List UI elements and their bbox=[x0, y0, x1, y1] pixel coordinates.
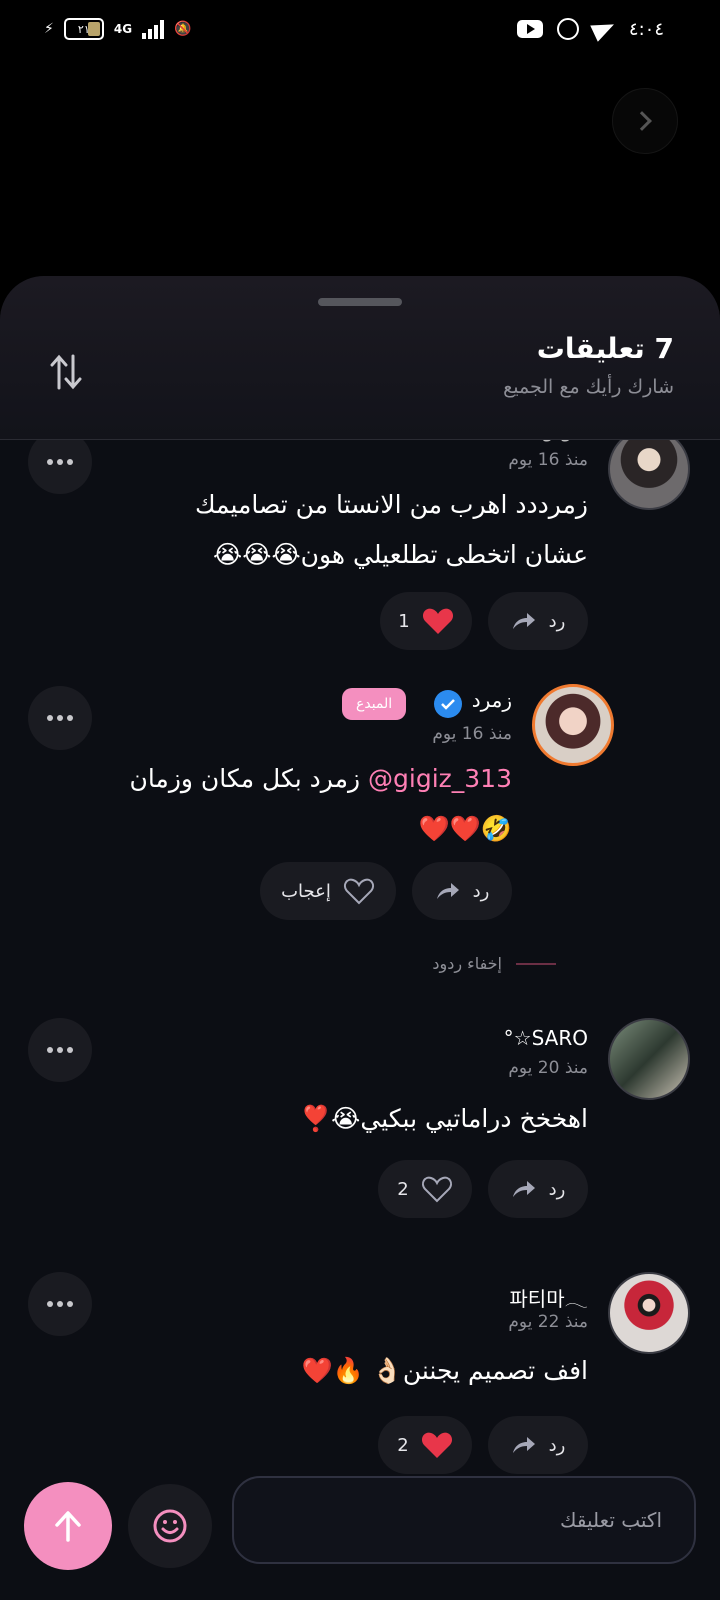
charging-icon: ⚡ bbox=[44, 21, 54, 37]
heart-filled-icon bbox=[422, 607, 454, 635]
reply-button[interactable]: رد bbox=[412, 862, 512, 920]
comment-text-line: عشان اتخطى تطلعيلي هون😭😭😭 bbox=[213, 540, 588, 569]
status-bar: ⚡ ٢١ 4G 🔕 ٤:٠٤ bbox=[0, 0, 720, 64]
reply-button[interactable]: رد bbox=[488, 592, 588, 650]
reply-label: رد bbox=[548, 610, 566, 632]
signal-icon bbox=[142, 19, 165, 39]
more-options-button[interactable] bbox=[28, 1272, 92, 1336]
like-count: 2 bbox=[397, 1178, 409, 1200]
hide-replies-label: إخفاء ردود bbox=[432, 954, 502, 973]
more-options-button[interactable] bbox=[28, 440, 92, 494]
comment-username[interactable]: 파티마𓂃 bbox=[509, 1280, 588, 1313]
like-button[interactable]: 2 bbox=[378, 1416, 472, 1474]
share-arrow-icon bbox=[511, 1179, 537, 1199]
reply-label: رد bbox=[548, 1178, 566, 1200]
heart-outline-icon bbox=[421, 1175, 453, 1203]
arrow-up-icon bbox=[55, 1511, 81, 1542]
drag-handle[interactable] bbox=[318, 298, 402, 306]
clock: ٤:٠٤ bbox=[628, 18, 664, 40]
more-options-button[interactable] bbox=[28, 686, 92, 750]
comments-sheet: 7 تعليقات شارك رأيك مع الجميع gigiz منذ … bbox=[0, 276, 720, 1600]
creator-badge: المبدع bbox=[342, 688, 407, 720]
chevron-right-icon bbox=[632, 111, 652, 131]
bell-off-icon: 🔕 bbox=[174, 21, 192, 37]
comment-time: منذ 16 يوم bbox=[432, 724, 512, 744]
comments-subtitle: شارك رأيك مع الجميع bbox=[503, 376, 674, 398]
reply-label: رد bbox=[548, 1434, 566, 1456]
comment-input-box[interactable] bbox=[232, 1476, 696, 1564]
battery-icon: ٢١ bbox=[63, 18, 104, 40]
avatar[interactable] bbox=[532, 684, 614, 766]
network-type: 4G bbox=[113, 22, 133, 36]
share-arrow-icon bbox=[435, 881, 461, 901]
verified-icon bbox=[434, 690, 462, 718]
like-count: 1 bbox=[398, 610, 410, 632]
comment-time: منذ 22 يوم bbox=[508, 1312, 588, 1332]
comment-username[interactable]: gigiz bbox=[541, 440, 588, 442]
like-button[interactable]: 2 bbox=[378, 1160, 472, 1218]
user-mention[interactable]: gigiz_313@ bbox=[368, 764, 512, 793]
avatar[interactable] bbox=[608, 1272, 690, 1354]
status-right: ٤:٠٤ bbox=[516, 16, 664, 42]
comment-username[interactable]: زمرد bbox=[472, 688, 512, 712]
like-button[interactable]: إعجاب bbox=[260, 862, 396, 920]
like-button[interactable]: 1 bbox=[380, 592, 472, 650]
telegram-icon bbox=[590, 16, 618, 42]
whatsapp-icon bbox=[556, 18, 579, 40]
heart-outline-icon bbox=[343, 877, 375, 905]
share-arrow-icon bbox=[511, 1435, 537, 1455]
comment-text-line: اهخخخ دراماتيي ببكيي😭❣️ bbox=[300, 1104, 588, 1133]
like-count: 2 bbox=[397, 1434, 409, 1456]
comments-title: 7 تعليقات bbox=[536, 332, 674, 365]
emoji-icon bbox=[153, 1509, 187, 1543]
avatar[interactable] bbox=[608, 440, 690, 510]
like-label: إعجاب bbox=[281, 880, 331, 902]
comment-username[interactable]: SARO☆° bbox=[504, 1026, 588, 1050]
more-options-button[interactable] bbox=[28, 1018, 92, 1082]
share-arrow-icon bbox=[511, 611, 537, 631]
hide-replies-button[interactable]: إخفاء ردود bbox=[432, 954, 556, 973]
youtube-icon bbox=[516, 20, 543, 38]
comment-text-line: زمرددد اهرب من الانستا من تصاميمك bbox=[194, 490, 588, 519]
comment-text-line: افف تصميم يجننن👌🏻 🔥❤️ bbox=[301, 1356, 589, 1385]
comment-input[interactable] bbox=[234, 1478, 694, 1562]
divider bbox=[516, 962, 556, 965]
comment-composer bbox=[0, 1476, 720, 1600]
reply-label: رد bbox=[472, 880, 490, 902]
reply-button[interactable]: رد bbox=[488, 1416, 588, 1474]
send-button[interactable] bbox=[24, 1482, 112, 1570]
comment-text: زمرد بكل مكان وزمان bbox=[129, 764, 369, 793]
battery-level: ٢١ bbox=[77, 22, 90, 36]
sort-icon[interactable] bbox=[50, 352, 82, 392]
avatar[interactable] bbox=[608, 1018, 690, 1100]
comment-time: منذ 20 يوم bbox=[508, 1058, 588, 1078]
comment-text-line: gigiz_313@ زمرد بكل مكان وزمان bbox=[129, 754, 512, 804]
sheet-header: 7 تعليقات شارك رأيك مع الجميع bbox=[0, 276, 720, 440]
emoji-button[interactable] bbox=[128, 1484, 212, 1568]
comment-time: منذ 16 يوم bbox=[508, 450, 588, 470]
status-left: ⚡ ٢١ 4G 🔕 bbox=[44, 18, 191, 40]
comments-list[interactable]: gigiz منذ 16 يوم زمرددد اهرب من الانستا … bbox=[0, 440, 720, 1476]
reply-button[interactable]: رد bbox=[488, 1160, 588, 1218]
heart-filled-icon bbox=[421, 1431, 453, 1459]
comment-text-line: 🤣❤️❤️ bbox=[418, 814, 512, 843]
next-button[interactable] bbox=[612, 88, 678, 154]
